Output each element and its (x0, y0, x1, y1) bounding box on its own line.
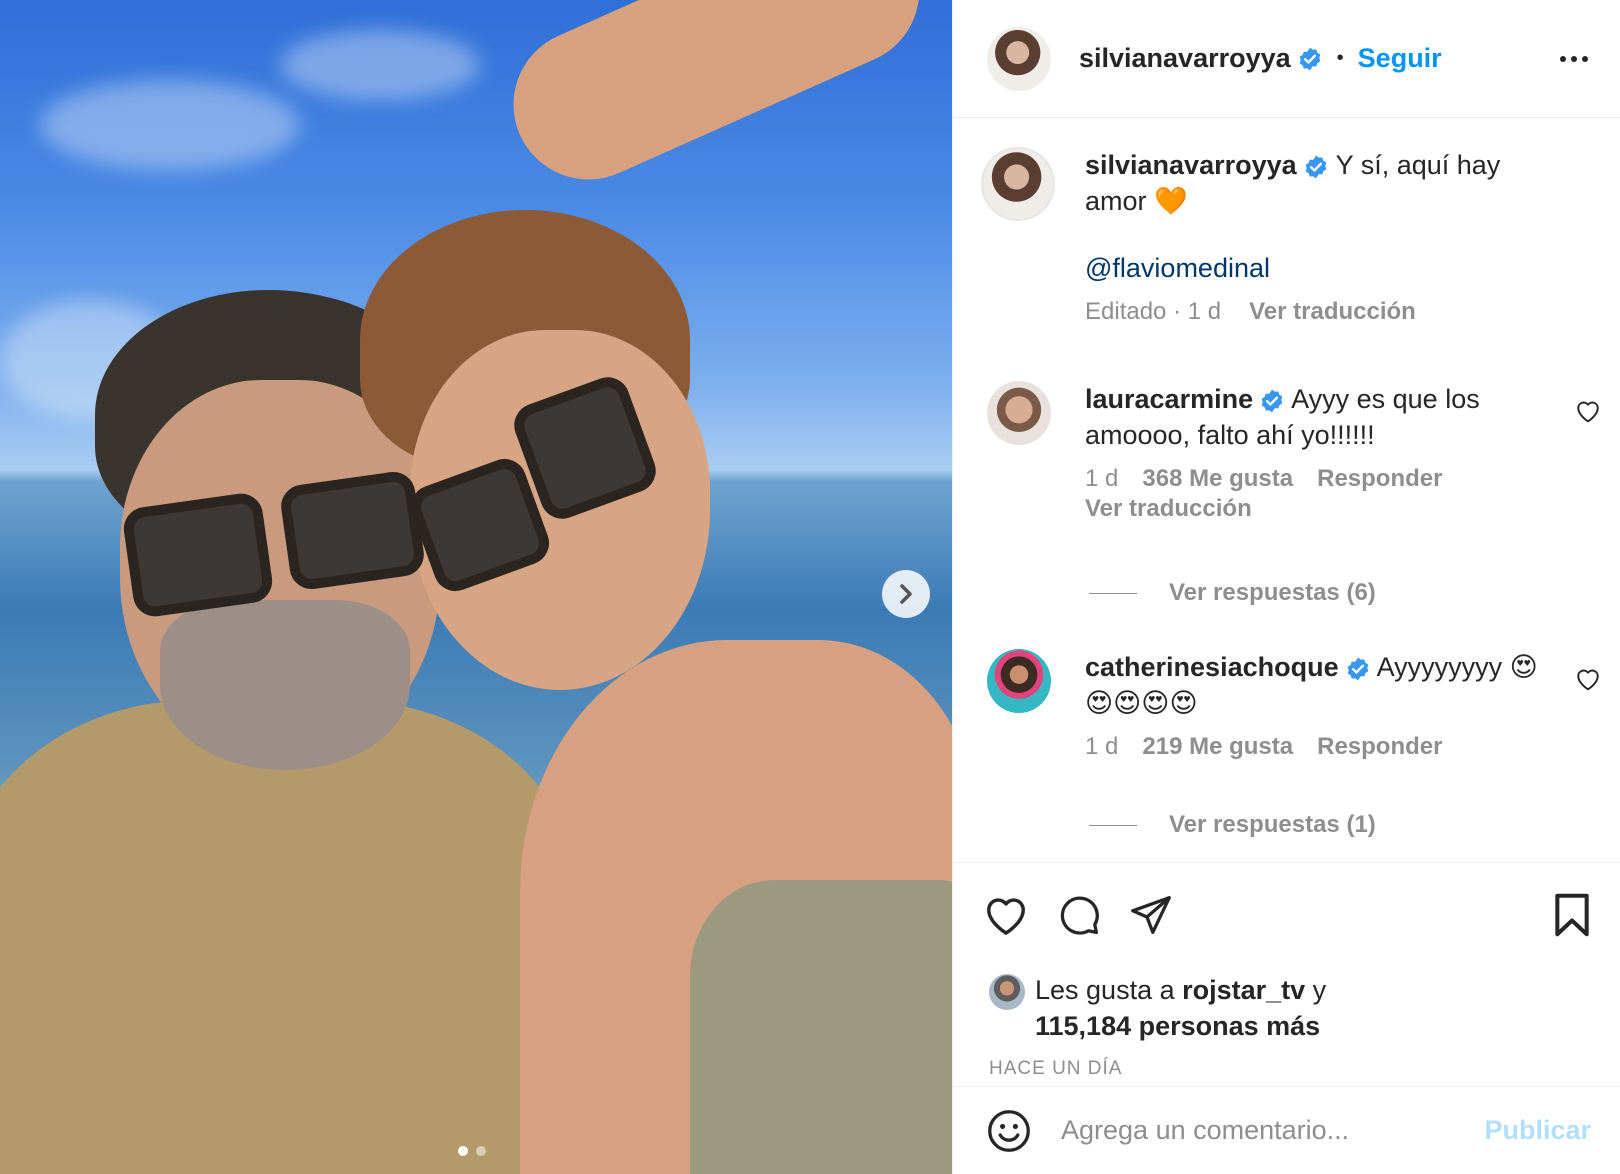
chevron-right-icon (900, 584, 912, 604)
verified-icon (1299, 47, 1320, 70)
comment-avatar[interactable] (987, 381, 1051, 445)
photo-man-sunglasses-left (121, 490, 275, 620)
likes-text: Les gusta a rojstar_tv y 115,184 persona… (1035, 972, 1326, 1044)
caption-text: silvianavarroyya Y sí, aquí hay amor 🧡 (1085, 147, 1565, 219)
photo-cloud (40, 80, 300, 170)
verified-icon (1305, 155, 1326, 179)
likes-count[interactable]: 115,184 personas más (1035, 1011, 1320, 1041)
caption-avatar[interactable] (981, 147, 1055, 221)
publish-button[interactable]: Publicar (1484, 1115, 1591, 1146)
comment-time: 1 d (1085, 733, 1119, 760)
replies-divider (1089, 592, 1137, 594)
comment-avatar[interactable] (987, 649, 1051, 713)
header-separator: • (1336, 47, 1344, 69)
post-side-panel: silvianavarroyya • Seguir silvianavarroy… (952, 0, 1620, 1174)
comment-likes-count[interactable]: 368 Me gusta (1142, 465, 1293, 493)
photo-man-sunglasses-right (278, 469, 427, 592)
bookmark-icon (1555, 893, 1589, 936)
comment-reply-button[interactable]: Responder (1317, 733, 1442, 761)
share-button[interactable] (1129, 894, 1173, 936)
photo-man-beard (160, 600, 410, 770)
more-options-button[interactable] (1560, 55, 1588, 62)
comment-translate-link[interactable]: Ver traducción (1085, 495, 1252, 523)
comment-button[interactable] (1057, 893, 1101, 937)
share-icon (1131, 895, 1171, 934)
verified-icon (1261, 389, 1283, 413)
photo-woman-arm (489, 0, 944, 204)
author-username[interactable]: silvianavarroyya (1079, 43, 1291, 74)
view-replies-button[interactable]: Ver respuestas (6) (1089, 579, 1376, 607)
follow-button[interactable]: Seguir (1358, 43, 1442, 74)
add-comment-bar: Publicar (953, 1086, 1620, 1174)
carousel-next-button[interactable] (882, 570, 930, 618)
comment-input[interactable] (1061, 1115, 1485, 1146)
comment-like-button[interactable] (1575, 399, 1601, 423)
carousel-dot (476, 1146, 486, 1156)
view-replies-button[interactable]: Ver respuestas (1) (1089, 811, 1376, 839)
caption: silvianavarroyya Y sí, aquí hay amor 🧡 @… (981, 147, 1601, 347)
comment-like-button[interactable] (1575, 667, 1601, 691)
verified-icon (1347, 657, 1368, 681)
liker-avatar[interactable] (989, 974, 1025, 1010)
comment-username[interactable]: lauracarmine (1085, 384, 1253, 414)
view-replies-label: Ver respuestas (1) (1169, 811, 1376, 838)
view-replies-label: Ver respuestas (6) (1169, 579, 1376, 606)
carousel-indicator (458, 1146, 486, 1156)
liker-username[interactable]: rojstar_tv (1182, 975, 1305, 1005)
more-icon (1571, 55, 1577, 62)
comment-time: 1 d (1085, 465, 1119, 492)
comment-text: catherinesiachoque Ayyyyyyyy 😍😍😍😍😍 (1085, 649, 1545, 721)
post-timestamp[interactable]: HACE UN DÍA (989, 1058, 1122, 1080)
post-photo[interactable] (0, 0, 952, 1174)
heart-icon (987, 897, 1025, 935)
likes-mid: y (1305, 975, 1327, 1005)
post-header: silvianavarroyya • Seguir (953, 0, 1620, 118)
emoji-icon (988, 1109, 1030, 1152)
comment-reply-button[interactable]: Responder (1317, 465, 1442, 493)
more-icon (1582, 55, 1588, 62)
comment-item: catherinesiachoque Ayyyyyyyy 😍😍😍😍😍 1 d 2… (981, 649, 1601, 809)
photo-woman-top (690, 880, 952, 1174)
carousel-dot-active (458, 1146, 468, 1156)
comment-icon (1060, 896, 1099, 935)
caption-time: Editado · 1 d (1085, 298, 1222, 325)
action-bar (953, 862, 1620, 966)
replies-divider (1089, 824, 1137, 826)
comment-text: lauracarmine Ayyy es que los amoooo, fal… (1085, 381, 1545, 453)
photo-cloud (280, 30, 480, 100)
comment-username[interactable]: catherinesiachoque (1085, 652, 1339, 682)
caption-translate-link[interactable]: Ver traducción (1249, 298, 1416, 326)
likes-summary: Les gusta a rojstar_tv y 115,184 persona… (989, 972, 1326, 1044)
likes-prefix: Les gusta a (1035, 975, 1183, 1005)
save-button[interactable] (1553, 893, 1591, 937)
more-icon (1560, 55, 1566, 62)
caption-username[interactable]: silvianavarroyya (1085, 150, 1297, 180)
comment-item: lauracarmine Ayyy es que los amoooo, fal… (981, 381, 1601, 581)
author-avatar[interactable] (987, 26, 1051, 91)
comment-likes-count[interactable]: 219 Me gusta (1142, 733, 1293, 761)
like-button[interactable] (983, 894, 1029, 936)
photo-man-shirt (0, 700, 580, 1174)
caption-mention-link[interactable]: @flaviomedinal (1085, 253, 1565, 284)
emoji-button[interactable] (987, 1109, 1031, 1153)
comments-list[interactable]: silvianavarroyya Y sí, aquí hay amor 🧡 @… (953, 119, 1620, 859)
